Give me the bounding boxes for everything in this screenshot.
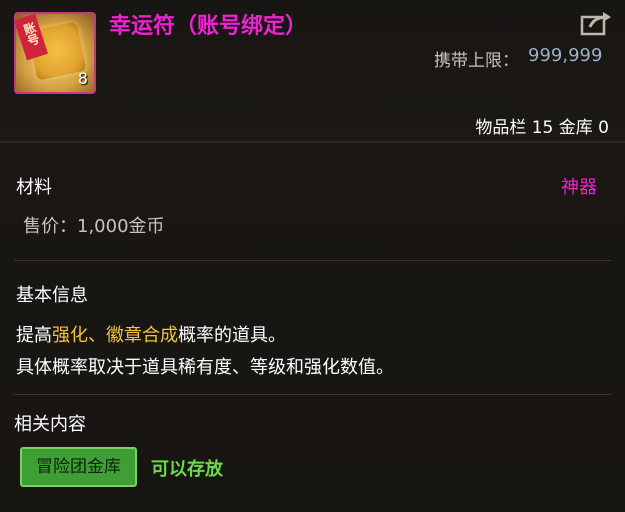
carry-limit-value: 999,999 bbox=[528, 45, 603, 66]
share-icon[interactable] bbox=[580, 9, 614, 37]
desc-prefix: 提高 bbox=[16, 325, 52, 346]
desc-separator: 、 bbox=[88, 325, 106, 346]
basic-info-heading: 基本信息 bbox=[16, 285, 88, 306]
related-heading: 相关内容 bbox=[14, 414, 86, 435]
description-line-1: 提高强化、徽章合成概率的道具。 bbox=[16, 321, 286, 347]
carry-limit-label: 携带上限： bbox=[434, 51, 519, 71]
description-line-2: 具体概率取决于道具稀有度、等级和强化数值。 bbox=[16, 357, 394, 378]
item-name: 幸运符（账号绑定） bbox=[109, 14, 308, 39]
sell-price: 售价：1,000金币 bbox=[23, 216, 165, 237]
storable-status: 可以存放 bbox=[151, 459, 223, 480]
section-divider bbox=[14, 394, 611, 395]
lucky-charm-scroll-icon[interactable]: 账号 8 bbox=[14, 12, 96, 94]
desc-highlight-emblem: 徽章合成 bbox=[106, 325, 178, 346]
desc-highlight-enhance: 强化 bbox=[52, 325, 88, 346]
desc-suffix: 概率的道具。 bbox=[178, 325, 286, 346]
stack-count: 8 bbox=[77, 69, 88, 88]
item-rarity: 神器 bbox=[561, 177, 597, 198]
storage-count: 物品栏 15 金库 0 bbox=[475, 118, 609, 138]
section-divider bbox=[14, 260, 611, 261]
header-divider bbox=[0, 141, 625, 143]
item-category: 材料 bbox=[16, 177, 52, 198]
adventure-vault-tag[interactable]: 冒险团金库 bbox=[20, 447, 137, 487]
item-tooltip-panel: 账号 8 幸运符（账号绑定） 携带上限： 999,999 物品栏 15 金库 0… bbox=[0, 0, 625, 512]
